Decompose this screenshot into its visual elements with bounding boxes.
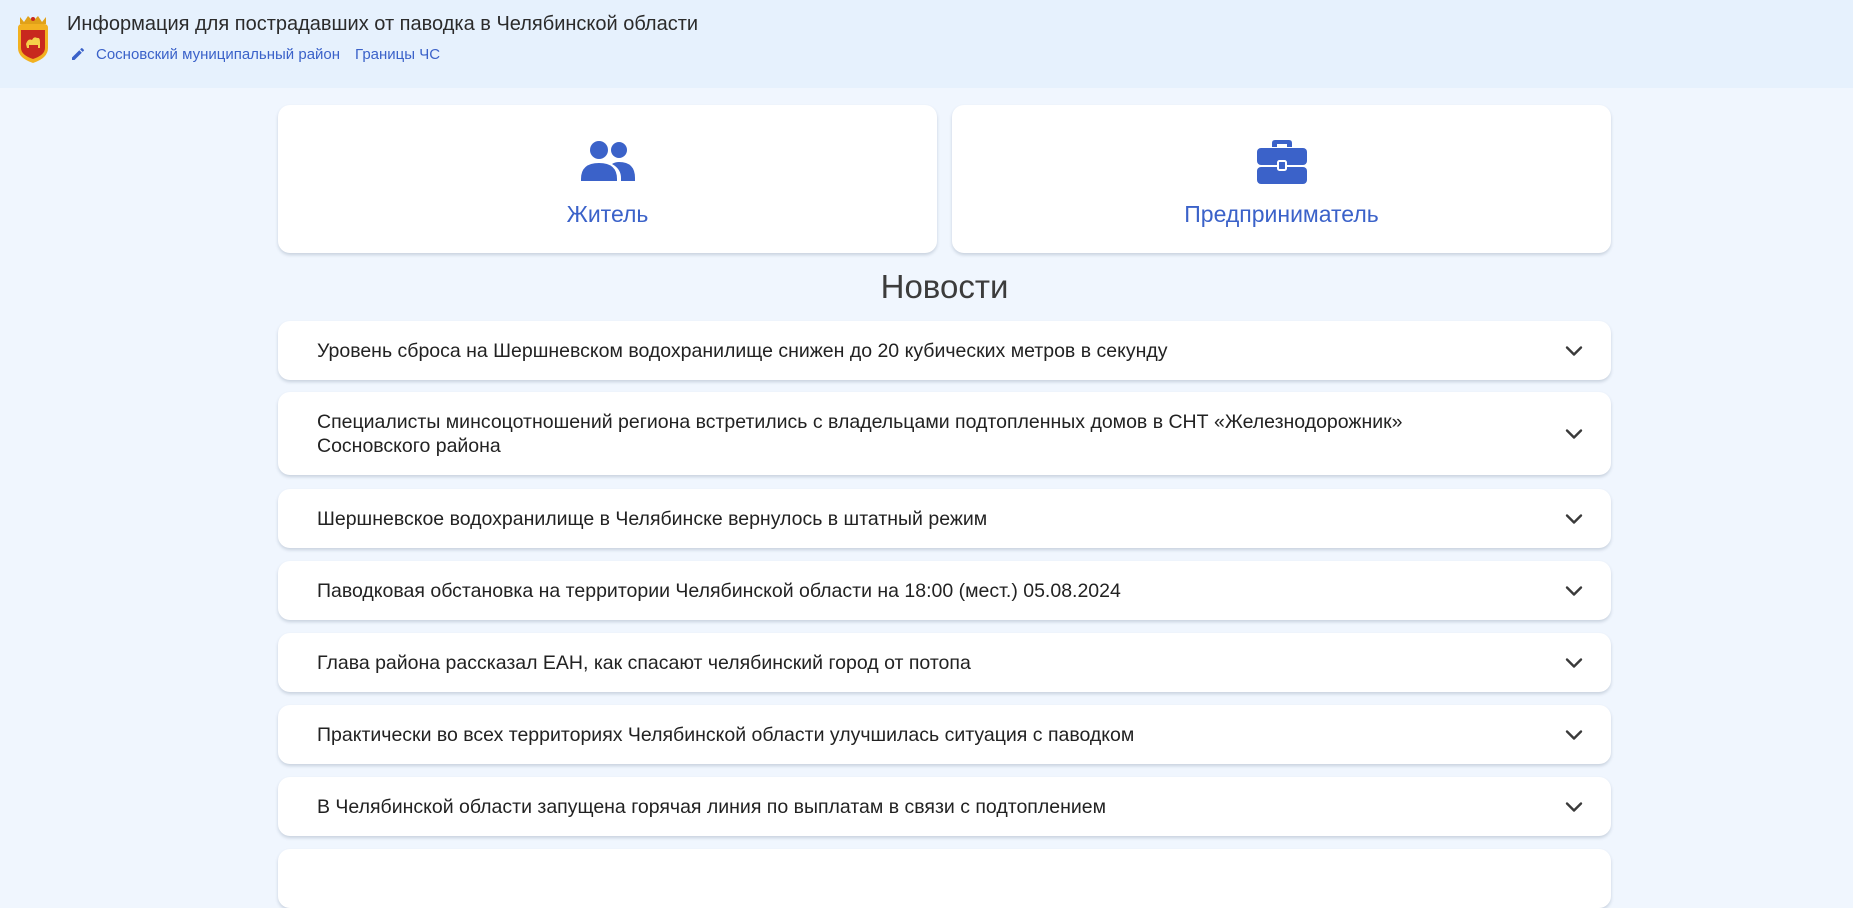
news-item[interactable]: Уровень сброса на Шершневском водохранил… bbox=[278, 321, 1611, 380]
page-header: Информация для пострадавших от паводка в… bbox=[0, 0, 1853, 88]
news-item[interactable]: Специалисты минсоцотношений региона встр… bbox=[278, 392, 1611, 475]
chevron-down-icon[interactable] bbox=[1565, 428, 1583, 440]
resident-card[interactable]: Житель bbox=[278, 105, 937, 253]
news-item-title: Уровень сброса на Шершневском водохранил… bbox=[317, 339, 1168, 362]
chevron-down-icon[interactable] bbox=[1565, 657, 1583, 669]
pencil-icon[interactable] bbox=[70, 46, 86, 62]
news-item-title: В Челябинской области запущена горячая л… bbox=[317, 795, 1106, 818]
news-item[interactable]: В Челябинской области запущена горячая л… bbox=[278, 777, 1611, 836]
chelyabinsk-crest-logo[interactable] bbox=[14, 14, 52, 64]
chevron-down-icon[interactable] bbox=[1565, 801, 1583, 813]
page-title: Информация для пострадавших от паводка в… bbox=[67, 13, 699, 35]
entrepreneur-card[interactable]: Предприниматель bbox=[952, 105, 1611, 253]
entrepreneur-card-label: Предприниматель bbox=[1184, 201, 1379, 227]
role-cards: Житель Предприниматель bbox=[278, 105, 1611, 253]
chevron-down-icon[interactable] bbox=[1565, 729, 1583, 741]
district-link[interactable]: Сосновский муниципальный район bbox=[96, 46, 340, 63]
header-links: Сосновский муниципальный район Границы Ч… bbox=[70, 44, 440, 64]
news-item[interactable]: Шершневское водохранилище в Челябинске в… bbox=[278, 489, 1611, 548]
news-item-title: Практически во всех территориях Челябинс… bbox=[317, 723, 1135, 746]
briefcase-icon bbox=[1256, 140, 1307, 184]
news-item[interactable]: Паводковая обстановка на территории Челя… bbox=[278, 561, 1611, 620]
people-icon bbox=[580, 141, 635, 181]
news-item[interactable] bbox=[278, 849, 1611, 908]
chevron-down-icon[interactable] bbox=[1565, 345, 1583, 357]
news-item-title: Специалисты минсоцотношений региона встр… bbox=[317, 410, 1403, 457]
news-heading: Новости bbox=[880, 268, 1009, 305]
emergency-borders-link[interactable]: Границы ЧС bbox=[355, 46, 440, 63]
resident-card-label: Житель bbox=[566, 201, 649, 227]
news-item-title: Глава района рассказал ЕАН, как спасают … bbox=[317, 651, 971, 674]
news-item[interactable]: Практически во всех территориях Челябинс… bbox=[278, 705, 1611, 764]
chevron-down-icon[interactable] bbox=[1565, 585, 1583, 597]
chevron-down-icon[interactable] bbox=[1565, 513, 1583, 525]
news-item[interactable]: Глава района рассказал ЕАН, как спасают … bbox=[278, 633, 1611, 692]
news-item-title: Шершневское водохранилище в Челябинске в… bbox=[317, 507, 988, 530]
news-item-title: Паводковая обстановка на территории Челя… bbox=[317, 579, 1121, 602]
